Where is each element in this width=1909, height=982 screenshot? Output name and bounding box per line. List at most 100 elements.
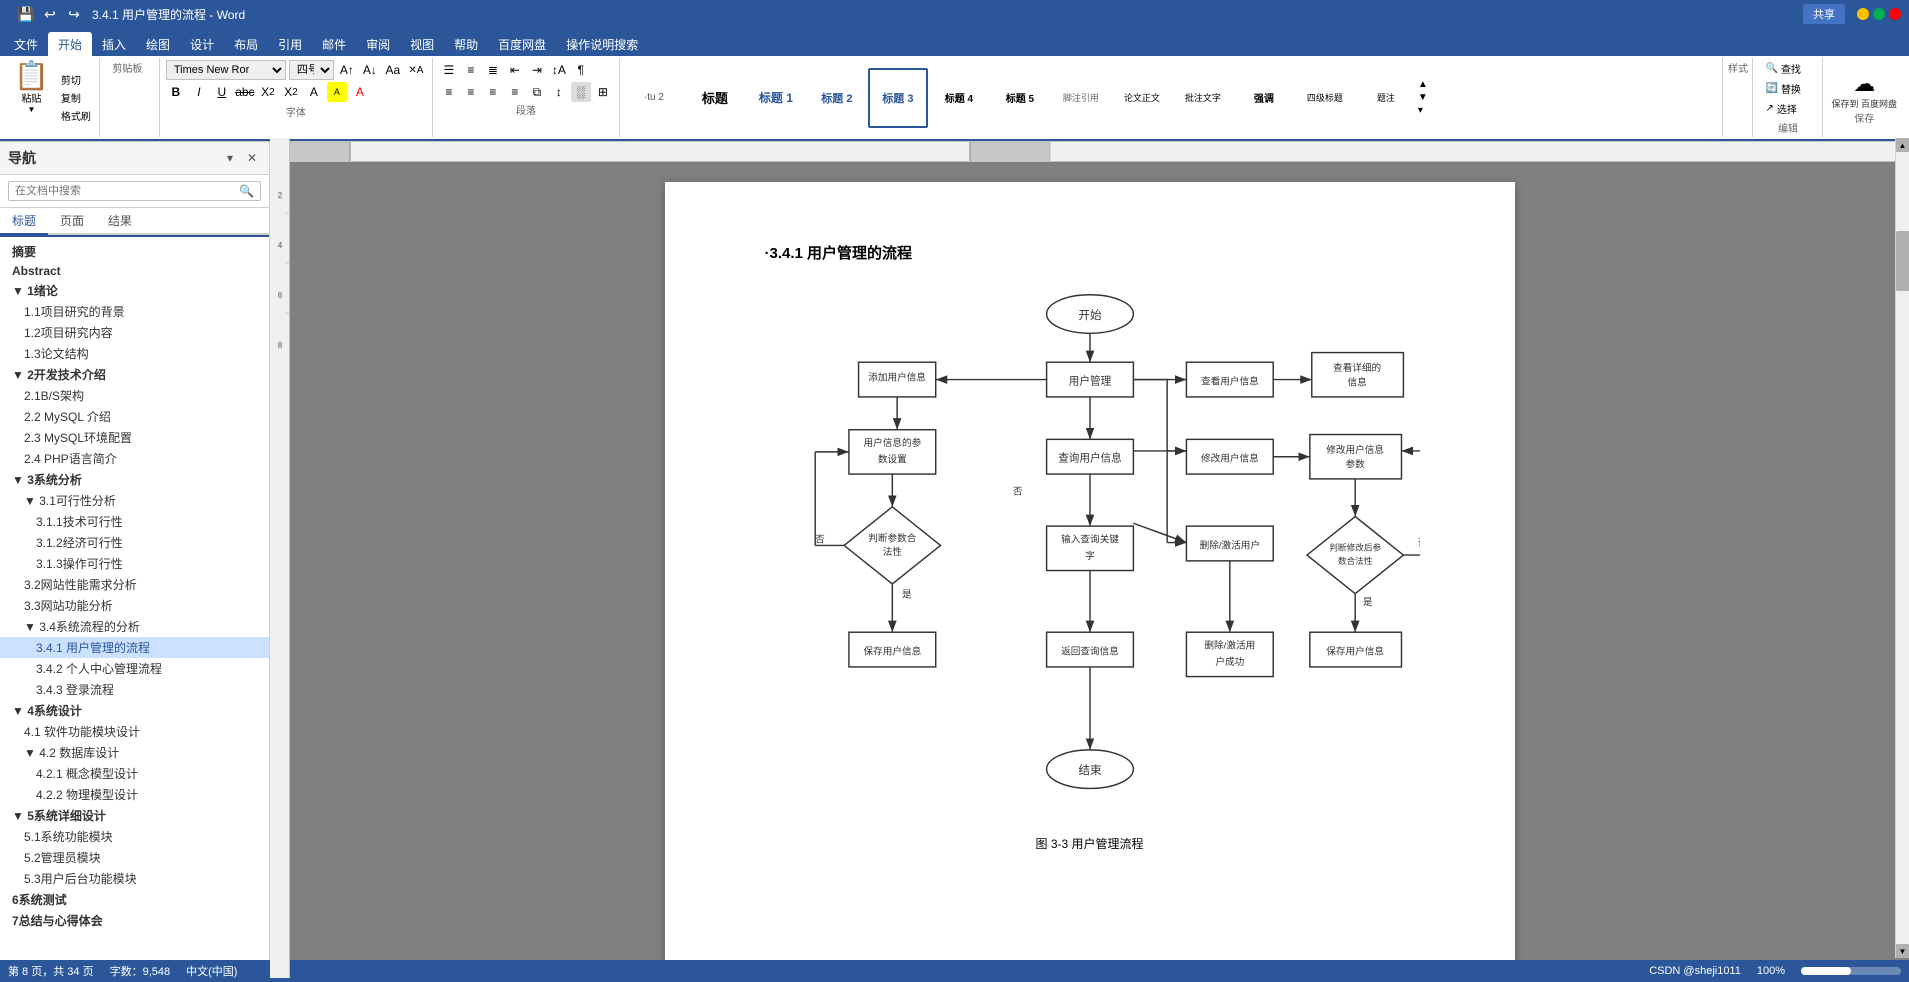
style-pizhuwenzi[interactable]: 批注文字 xyxy=(1173,68,1233,128)
tab-insert[interactable]: 插入 xyxy=(92,32,136,56)
style-qiangdiao[interactable]: 强调 xyxy=(1234,68,1294,128)
tab-references[interactable]: 引用 xyxy=(268,32,312,56)
qat-redo[interactable]: ↪ xyxy=(64,4,84,24)
nav-item-1.3[interactable]: 1.3论文结构 xyxy=(0,343,269,364)
maximize-button[interactable] xyxy=(1873,8,1885,20)
nav-item-3.1[interactable]: ▼ 3.1可行性分析 xyxy=(0,490,269,511)
subscript-button[interactable]: X2 xyxy=(258,82,278,102)
nav-item-4.2[interactable]: ▼ 4.2 数据库设计 xyxy=(0,742,269,763)
style-sijibiaoti[interactable]: 四级标题 xyxy=(1295,68,1355,128)
close-button[interactable] xyxy=(1889,8,1901,20)
scroll-thumb[interactable] xyxy=(1896,231,1909,291)
styles-more[interactable]: ▾ xyxy=(1418,105,1428,116)
nav-item-4[interactable]: ▼ 4系统设计 xyxy=(0,700,269,721)
scroll-down-btn[interactable]: ▼ xyxy=(1896,944,1909,958)
highlight-btn[interactable]: A xyxy=(327,82,347,102)
nav-item-5.1[interactable]: 5.1系统功能模块 xyxy=(0,826,269,847)
nav-item-abstract[interactable]: Abstract xyxy=(0,262,269,280)
columns-btn[interactable]: ⧉ xyxy=(527,82,547,102)
nav-item-7[interactable]: 7总结与心得体会 xyxy=(0,910,269,931)
nav-item-2[interactable]: ▼ 2开发技术介绍 xyxy=(0,364,269,385)
cut-button[interactable]: 剪切 xyxy=(57,71,95,88)
minimize-button[interactable] xyxy=(1857,8,1869,20)
decrease-font-btn[interactable]: A↓ xyxy=(360,60,380,80)
sidebar-tab-results[interactable]: 结果 xyxy=(96,208,144,233)
justify-btn[interactable]: ≡ xyxy=(505,82,525,102)
select-button[interactable]: ↗ 选择 xyxy=(1761,100,1814,117)
nav-item-3.1.3[interactable]: 3.1.3操作可行性 xyxy=(0,553,269,574)
sidebar-tab-pages[interactable]: 页面 xyxy=(48,208,96,233)
nav-item-5.3[interactable]: 5.3用户后台功能模块 xyxy=(0,868,269,889)
tab-help[interactable]: 帮助 xyxy=(444,32,488,56)
increase-indent-btn[interactable]: ⇥ xyxy=(527,60,547,80)
search-input[interactable] xyxy=(15,185,239,197)
sidebar-close-btn[interactable]: ✕ xyxy=(243,149,261,167)
zoom-slider[interactable] xyxy=(1801,967,1901,975)
tab-review[interactable]: 审阅 xyxy=(356,32,400,56)
nav-item-2.4[interactable]: 2.4 PHP语言简介 xyxy=(0,448,269,469)
tab-search[interactable]: 操作说明搜索 xyxy=(556,32,648,56)
align-left-btn[interactable]: ≡ xyxy=(439,82,459,102)
vertical-scrollbar[interactable]: ▲ ▼ xyxy=(1895,162,1909,958)
style-tizhu[interactable]: 题注 xyxy=(1356,68,1416,128)
align-right-btn[interactable]: ≡ xyxy=(483,82,503,102)
tab-view[interactable]: 视图 xyxy=(400,32,444,56)
nav-item-3.4.1[interactable]: 3.4.1 用户管理的流程 xyxy=(0,637,269,658)
nav-item-3[interactable]: ▼ 3系统分析 xyxy=(0,469,269,490)
tab-home[interactable]: 开始 xyxy=(48,32,92,56)
nav-item-5.2[interactable]: 5.2管理员模块 xyxy=(0,847,269,868)
style-biaoti3[interactable]: 标题 3 xyxy=(868,68,928,128)
decrease-indent-btn[interactable]: ⇤ xyxy=(505,60,525,80)
style-biaoti4[interactable]: 标题 4 xyxy=(929,68,989,128)
change-case-btn[interactable]: Aa xyxy=(383,60,403,80)
nav-item-zhaiyao[interactable]: 摘要 xyxy=(0,241,269,262)
nav-item-3.1.1[interactable]: 3.1.1技术可行性 xyxy=(0,511,269,532)
nav-item-5[interactable]: ▼ 5系统详细设计 xyxy=(0,805,269,826)
nav-item-3.4[interactable]: ▼ 3.4系统流程的分析 xyxy=(0,616,269,637)
nav-item-3.1.2[interactable]: 3.1.2经济可行性 xyxy=(0,532,269,553)
nav-item-2.1[interactable]: 2.1B/S架构 xyxy=(0,385,269,406)
font-size-select[interactable]: 四号 xyxy=(289,60,334,80)
numbering-btn[interactable]: ≡ xyxy=(461,60,481,80)
tab-draw[interactable]: 绘图 xyxy=(136,32,180,56)
nav-item-6[interactable]: 6系统测试 xyxy=(0,889,269,910)
styles-scroll-up[interactable]: ▲ xyxy=(1418,79,1428,90)
replace-button[interactable]: 🔄 替换 xyxy=(1761,80,1814,97)
underline-button[interactable]: U xyxy=(212,82,232,102)
nav-item-3.4.3[interactable]: 3.4.3 登录流程 xyxy=(0,679,269,700)
copy-button[interactable]: 复制 xyxy=(57,89,95,106)
tab-layout[interactable]: 布局 xyxy=(224,32,268,56)
bold-button[interactable]: B xyxy=(166,82,186,102)
nav-item-3.2[interactable]: 3.2网站性能需求分析 xyxy=(0,574,269,595)
font-name-select[interactable]: Times New Ror xyxy=(166,60,286,80)
tab-mailings[interactable]: 邮件 xyxy=(312,32,356,56)
nav-item-2.3[interactable]: 2.3 MySQL环境配置 xyxy=(0,427,269,448)
italic-button[interactable]: I xyxy=(189,82,209,102)
tab-design[interactable]: 设计 xyxy=(180,32,224,56)
style-lunwenzhengwen[interactable]: 论文正文 xyxy=(1112,68,1172,128)
baidu-save-icon[interactable]: ☁ xyxy=(1853,71,1875,97)
borders-btn[interactable]: ⊞ xyxy=(593,82,613,102)
style-biaoti0[interactable]: 标题 xyxy=(685,68,745,128)
style-tu2[interactable]: ·tu 2 xyxy=(624,68,684,128)
superscript-button[interactable]: X2 xyxy=(281,82,301,102)
paste-dropdown[interactable]: ▼ xyxy=(27,105,35,114)
text-effect-btn[interactable]: A xyxy=(304,82,324,102)
font-color-btn[interactable]: A xyxy=(350,82,370,102)
clear-format-btn[interactable]: ✕A xyxy=(406,60,426,80)
styles-scroll-down[interactable]: ▼ xyxy=(1418,92,1428,103)
format-painter-button[interactable]: 格式刷 xyxy=(57,107,95,124)
strikethrough-button[interactable]: abc xyxy=(235,82,255,102)
nav-item-3.3[interactable]: 3.3网站功能分析 xyxy=(0,595,269,616)
sidebar-settings-btn[interactable]: ▾ xyxy=(221,149,239,167)
nav-item-1[interactable]: ▼ 1绪论 xyxy=(0,280,269,301)
sort-btn[interactable]: ↕A xyxy=(549,60,569,80)
find-button[interactable]: 🔍 查找 xyxy=(1761,60,1814,77)
show-marks-btn[interactable]: ¶ xyxy=(571,60,591,80)
search-icon[interactable]: 🔍 xyxy=(239,184,254,198)
shading-btn[interactable]: ░ xyxy=(571,82,591,102)
multilevel-btn[interactable]: ≣ xyxy=(483,60,503,80)
tab-file[interactable]: 文件 xyxy=(4,32,48,56)
line-spacing-btn[interactable]: ↕ xyxy=(549,82,569,102)
nav-item-1.2[interactable]: 1.2项目研究内容 xyxy=(0,322,269,343)
